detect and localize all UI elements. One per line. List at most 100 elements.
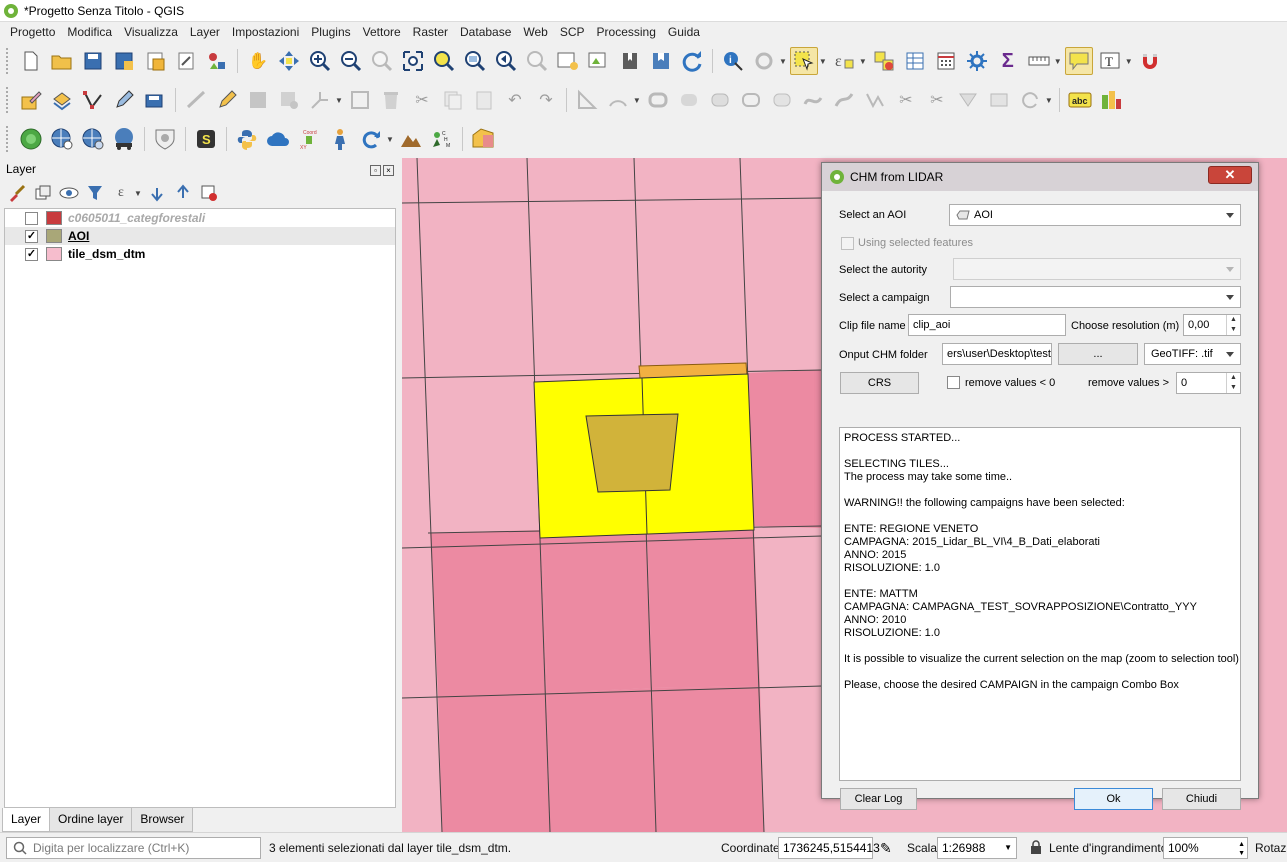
- style-manager-icon[interactable]: [203, 47, 231, 75]
- open-project-icon[interactable]: [48, 47, 76, 75]
- chiudi-button[interactable]: Chiudi: [1162, 788, 1241, 810]
- float-panel-icon[interactable]: ▫: [370, 165, 381, 176]
- resolution-spinbox[interactable]: 0,00 ▲ ▼: [1183, 314, 1241, 336]
- advanced-digitizing-icon[interactable]: [573, 86, 601, 114]
- offset-curve-icon[interactable]: [830, 86, 858, 114]
- menu-modifica[interactable]: Modifica: [61, 25, 118, 39]
- layer-visibility-checkbox[interactable]: ✓: [25, 247, 38, 261]
- tab-layer[interactable]: Layer: [2, 808, 51, 832]
- merge-features-icon[interactable]: [954, 86, 982, 114]
- process-log[interactable]: PROCESS STARTED... SELECTING TILES... The …: [839, 427, 1241, 781]
- add-group-icon[interactable]: [32, 182, 54, 204]
- current-edits-icon[interactable]: [17, 86, 45, 114]
- new-map-view-icon[interactable]: [554, 47, 582, 75]
- wfs-globe-icon[interactable]: [79, 125, 107, 153]
- run-feature-action-icon[interactable]: [750, 47, 778, 75]
- toolbar-handle[interactable]: [6, 48, 10, 74]
- remove-lt0-checkbox[interactable]: [947, 376, 960, 389]
- simplify-feature-icon[interactable]: [861, 86, 889, 114]
- menu-guida[interactable]: Guida: [662, 25, 706, 39]
- save-as-icon[interactable]: [110, 47, 138, 75]
- delete-selected-icon[interactable]: [377, 86, 405, 114]
- map-tips-icon[interactable]: [1064, 47, 1093, 75]
- add-record-icon[interactable]: [275, 86, 303, 114]
- plugin-loop-icon[interactable]: [357, 125, 385, 153]
- locator-search[interactable]: Digita per localizzare (Ctrl+K): [6, 837, 261, 859]
- pan-map-icon[interactable]: ✋: [244, 47, 272, 75]
- pan-to-selection-icon[interactable]: [275, 47, 303, 75]
- toggle-extents-icon[interactable]: ✎: [880, 840, 892, 857]
- deselect-features-icon[interactable]: [870, 47, 898, 75]
- collapse-all-icon[interactable]: [172, 182, 194, 204]
- python-console-icon[interactable]: [233, 125, 261, 153]
- aoi-combo[interactable]: AOI: [949, 204, 1241, 226]
- tab-browser[interactable]: Browser: [131, 808, 194, 832]
- scp-s-icon[interactable]: S: [192, 125, 220, 153]
- spin-arrows-icon[interactable]: ▲ ▼: [1238, 840, 1245, 858]
- chevron-down-icon[interactable]: ▼: [1125, 57, 1133, 66]
- plugin-terrain-icon[interactable]: [397, 125, 425, 153]
- add-feature-pencil-icon[interactable]: [213, 86, 241, 114]
- select-by-expression-icon[interactable]: ε: [830, 47, 858, 75]
- layer-visibility-checkbox[interactable]: [25, 211, 38, 225]
- copy-features-icon[interactable]: [439, 86, 467, 114]
- label-abc-icon[interactable]: abc: [1066, 86, 1094, 114]
- plugin-polygon-icon[interactable]: [469, 125, 497, 153]
- menu-scp[interactable]: SCP: [554, 25, 591, 39]
- plugin-shield-icon[interactable]: [151, 125, 179, 153]
- chevron-down-icon[interactable]: ▼: [134, 189, 142, 198]
- redo-icon[interactable]: ↷: [532, 86, 560, 114]
- menu-database[interactable]: Database: [454, 25, 517, 39]
- chevron-down-icon[interactable]: ▼: [1054, 57, 1062, 66]
- project-from-template-icon[interactable]: [141, 47, 169, 75]
- zoom-full-icon[interactable]: [399, 47, 427, 75]
- print-layout-icon[interactable]: [172, 47, 200, 75]
- vertex-tool-icon[interactable]: [79, 86, 107, 114]
- statistical-summary-icon[interactable]: Σ: [994, 47, 1022, 75]
- open-layer-styling-icon[interactable]: [6, 182, 28, 204]
- new-spatial-bookmark-icon[interactable]: [616, 47, 644, 75]
- close-icon[interactable]: ✕: [1208, 166, 1252, 184]
- identify-features-icon[interactable]: i: [719, 47, 747, 75]
- clear-log-button[interactable]: Clear Log: [840, 788, 917, 810]
- layer-row-aoi[interactable]: ✓ AOI: [5, 227, 395, 245]
- fill-ring-icon[interactable]: [706, 86, 734, 114]
- add-circular-string-icon[interactable]: [604, 86, 632, 114]
- globe-green-icon[interactable]: [17, 125, 45, 153]
- filter-legend-icon[interactable]: [84, 182, 106, 204]
- add-part-icon[interactable]: [675, 86, 703, 114]
- zoom-to-layer-icon[interactable]: [461, 47, 489, 75]
- zoom-next-icon[interactable]: [523, 47, 551, 75]
- measure-line-icon[interactable]: [1025, 47, 1053, 75]
- coord-plugin-icon[interactable]: Coord XY: [295, 125, 323, 153]
- tab-ordine-layer[interactable]: Ordine layer: [49, 808, 133, 832]
- chevron-down-icon[interactable]: ▼: [819, 57, 827, 66]
- cut-features-icon[interactable]: ✂: [408, 86, 436, 114]
- node-tool-icon[interactable]: [346, 86, 374, 114]
- zoom-native-resolution-icon[interactable]: [368, 47, 396, 75]
- cloud-plugin-icon[interactable]: [264, 125, 292, 153]
- menu-impostazioni[interactable]: Impostazioni: [226, 25, 305, 39]
- processing-toolbox-icon[interactable]: [963, 47, 991, 75]
- chevron-down-icon[interactable]: ▼: [859, 57, 867, 66]
- delete-ring-icon[interactable]: [737, 86, 765, 114]
- close-panel-icon[interactable]: ×: [383, 165, 394, 176]
- menu-vettore[interactable]: Vettore: [357, 25, 407, 39]
- toggle-editing-icon[interactable]: [48, 86, 76, 114]
- rotate-point-symbols-icon[interactable]: [1016, 86, 1044, 114]
- menu-layer[interactable]: Layer: [184, 25, 226, 39]
- save-project-icon[interactable]: [79, 47, 107, 75]
- show-bookmarks-icon[interactable]: [647, 47, 675, 75]
- campaign-combo[interactable]: [950, 286, 1241, 308]
- save-edits-icon[interactable]: [244, 86, 272, 114]
- zoom-out-icon[interactable]: [337, 47, 365, 75]
- using-selected-checkbox[interactable]: [841, 237, 854, 250]
- chevron-down-icon[interactable]: ▼: [335, 96, 343, 105]
- remove-gt-spinbox[interactable]: 0 ▲ ▼: [1176, 372, 1241, 394]
- menu-visualizza[interactable]: Visualizza: [118, 25, 184, 39]
- toolbar-handle[interactable]: [6, 87, 10, 113]
- split-parts-icon[interactable]: ✂: [923, 86, 951, 114]
- digitize-with-segment-icon[interactable]: [182, 86, 210, 114]
- digitize-pen-icon[interactable]: [110, 86, 138, 114]
- layer-row-tile-dsm-dtm[interactable]: ✓ tile_dsm_dtm: [5, 245, 395, 263]
